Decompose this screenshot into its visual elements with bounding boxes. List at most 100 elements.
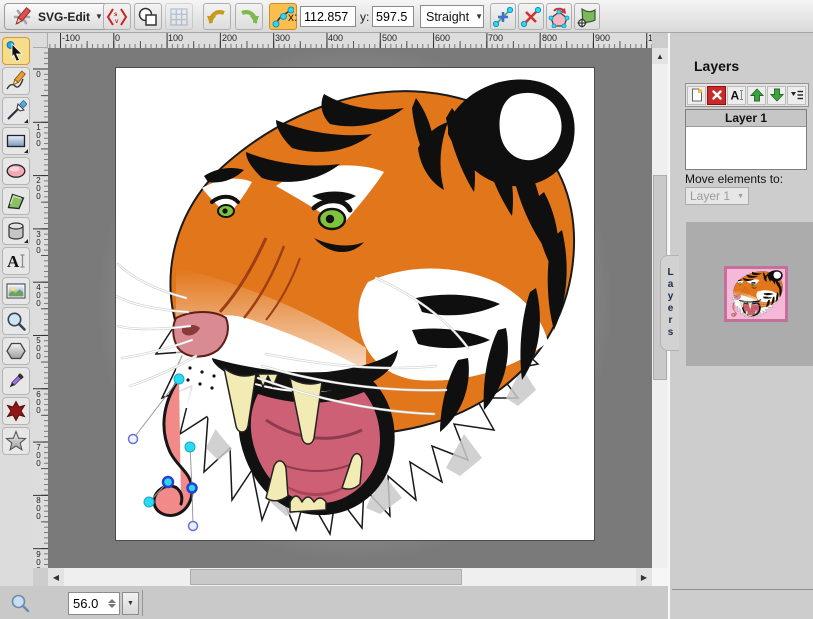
add-node-button[interactable] [490,3,516,30]
v-ruler-label: 800 [34,496,42,520]
v-ruler-label: 500 [34,336,42,360]
preview-subpanel [686,222,813,366]
tiger-drawing[interactable] [116,68,594,540]
convert-to-path-button[interactable] [574,3,600,30]
horizontal-ruler: -100 0 100 200 300 400 500 600 700 800 9… [48,33,652,48]
main-menu-button[interactable]: SVG-Edit ▼ [4,3,110,30]
zoom-preset-dropdown[interactable]: ▼ [122,592,139,615]
tool-rectangle[interactable] [2,127,30,155]
zoom-level-input[interactable] [69,596,105,611]
v-ruler-label: 100 [34,123,42,147]
undo-icon [206,6,228,28]
canvas-workspace[interactable] [48,48,652,568]
horizontal-scrollbar[interactable]: ◀ ▶ [48,568,652,586]
tool-shape-library[interactable] [2,397,30,425]
open-close-path-icon [548,6,570,28]
pencil-tool-icon [5,70,27,92]
h-ruler-label: 1000 [648,33,652,43]
move-elements-caret: ▼ [737,193,744,200]
zoom-level-field[interactable] [68,592,120,615]
path-node[interactable] [144,497,154,507]
h-ruler-label: 100 [168,33,183,43]
horizontal-scroll-thumb[interactable] [190,569,462,585]
path-node[interactable] [185,442,195,452]
svg-text:A: A [730,89,739,103]
add-node-icon [492,6,514,28]
tool-line[interactable] [2,97,30,125]
layer-list[interactable]: Layer 1 [685,109,807,170]
svg-edit-app: SVG-Edit ▼ s v [0,0,813,619]
delete-layer-button[interactable] [707,86,726,105]
tool-image[interactable] [2,277,30,305]
image-tool-icon [5,280,27,302]
text-tool-icon: A [5,250,27,272]
layer-row-selected[interactable]: Layer 1 [686,110,806,127]
path-node[interactable] [174,374,184,384]
tool-shape-cylinder[interactable] [2,217,30,245]
zoom-spinner-icon[interactable] [105,599,119,608]
tool-select[interactable] [2,37,30,65]
v-ruler-label: 300 [34,230,42,254]
open-close-path-button[interactable] [546,3,572,30]
layers-panel-toggle-tab[interactable]: Layers [660,255,679,351]
segment-type-caret: ▼ [475,12,483,21]
rename-layer-button[interactable]: A [727,86,746,105]
select-tool-icon [5,40,27,62]
delete-node-button[interactable] [518,3,544,30]
tool-path[interactable] [2,187,30,215]
svg-canvas-page[interactable] [116,68,594,540]
main-menu-caret: ▼ [95,12,103,21]
scroll-up-icon[interactable]: ▲ [652,48,668,64]
top-toolbar: SVG-Edit ▼ s v [0,0,813,33]
flyout-arrow-icon [24,119,28,123]
selected-path-node[interactable] [163,477,173,487]
segment-type-value: Straight [426,10,469,24]
grid-button[interactable] [165,3,193,30]
statusbar-divider [142,590,143,616]
move-layer-up-button[interactable] [747,86,766,105]
move-layer-down-icon [770,88,784,102]
star-tool-icon [5,430,27,452]
grid-icon [169,7,189,27]
zoom-tool-icon [5,310,27,332]
tool-eyedropper[interactable] [2,367,30,395]
v-ruler-label: 0 [34,70,42,78]
v-ruler-label: 400 [34,283,42,307]
h-ruler-label: 800 [542,33,557,43]
tool-pencil[interactable] [2,67,30,95]
v-ruler-label: 200 [34,176,42,200]
control-handle[interactable] [129,435,138,444]
move-layer-down-button[interactable] [767,86,786,105]
v-ruler-label: 900 [34,550,42,568]
shapes-button[interactable] [134,3,162,30]
tool-polygon[interactable] [2,337,30,365]
layer-menu-icon [790,88,804,102]
flyout-arrow-icon [24,239,28,243]
redo-button[interactable] [235,3,263,30]
x-coordinate-input[interactable] [300,6,356,27]
vertical-ruler: 0 100 200 300 400 500 600 700 800 900 [33,48,48,568]
source-code-button[interactable]: s v [103,3,131,30]
control-handle[interactable] [189,522,198,531]
layer-menu-button[interactable] [787,86,806,105]
new-layer-button[interactable] [687,86,706,105]
tool-text[interactable]: A [2,247,30,275]
zoom-icon [10,593,30,613]
drawing-thumbnail[interactable] [724,266,788,322]
scroll-left-icon[interactable]: ◀ [48,568,64,586]
move-elements-label: Move elements to: [685,172,783,186]
move-elements-select[interactable]: Layer 1 ▼ [685,187,749,205]
y-coordinate-input[interactable] [372,6,414,27]
h-ruler-label: 900 [595,33,610,43]
undo-button[interactable] [203,3,231,30]
tool-star[interactable] [2,427,30,455]
scroll-right-icon[interactable]: ▶ [636,568,652,586]
v-ruler-label: 600 [34,390,42,414]
main-menu-icon [11,6,33,28]
tool-ellipse[interactable] [2,157,30,185]
tool-zoom[interactable] [2,307,30,335]
h-ruler-label: -100 [62,33,80,43]
selected-path-node[interactable] [188,484,197,493]
segment-type-select[interactable]: Straight ▼ [420,5,484,28]
svg-text:s: s [114,12,118,18]
